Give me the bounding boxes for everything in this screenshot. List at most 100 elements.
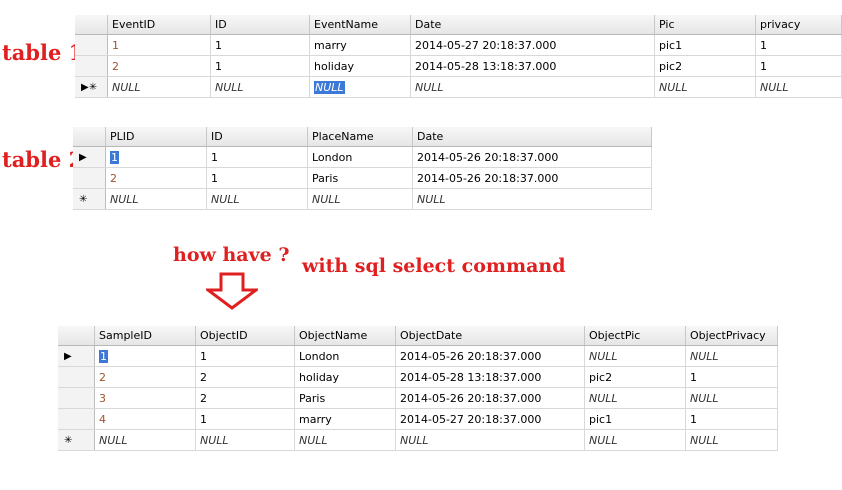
column-header[interactable]: privacy (755, 15, 842, 35)
table-row[interactable]: ▶ 1 1 London 2014-05-26 20:18:37.000 NUL… (58, 345, 778, 367)
row-selector[interactable] (58, 408, 95, 430)
table-cell[interactable]: pic1 (654, 34, 756, 56)
table-cell[interactable]: NULL (309, 76, 411, 98)
table-cell[interactable]: 4 (94, 408, 196, 430)
table-cell[interactable]: NULL (307, 188, 413, 210)
column-header[interactable]: ObjectName (294, 326, 396, 346)
table-cell[interactable]: holiday (309, 55, 411, 77)
table-cell[interactable]: NULL (755, 76, 842, 98)
table-row[interactable]: 2 1 holiday 2014-05-28 13:18:37.000 pic2… (75, 55, 842, 77)
table-cell[interactable]: Paris (307, 167, 413, 189)
table-cell[interactable]: 2 (105, 167, 207, 189)
table-row[interactable]: 4 1 marry 2014-05-27 20:18:37.000 pic1 1 (58, 408, 778, 430)
table-row[interactable]: 2 2 holiday 2014-05-28 13:18:37.000 pic2… (58, 366, 778, 388)
table-cell[interactable]: 2014-05-28 13:18:37.000 (410, 55, 655, 77)
selected-cell-value[interactable]: 1 (99, 349, 108, 363)
table-cell[interactable]: NULL (584, 387, 686, 409)
table-row[interactable]: 3 2 Paris 2014-05-26 20:18:37.000 NULL N… (58, 387, 778, 409)
table-cell[interactable]: NULL (195, 429, 295, 451)
table-cell[interactable]: 1 (206, 146, 308, 168)
column-header[interactable]: PLID (105, 127, 207, 147)
table-cell[interactable]: 3 (94, 387, 196, 409)
row-selector[interactable]: ▶ (73, 146, 106, 168)
table-cell[interactable]: NULL (654, 76, 756, 98)
table-cell[interactable]: NULL (395, 429, 585, 451)
table-cell[interactable]: 2014-05-26 20:18:37.000 (395, 345, 585, 367)
table-cell[interactable]: NULL (685, 429, 778, 451)
column-header[interactable]: ObjectDate (395, 326, 585, 346)
table-cell[interactable]: 2 (195, 366, 295, 388)
table-cell[interactable]: pic2 (654, 55, 756, 77)
new-row[interactable]: ✳ NULL NULL NULL NULL (73, 188, 652, 210)
table-cell[interactable]: pic2 (584, 366, 686, 388)
column-header[interactable]: EventID (107, 15, 211, 35)
row-selector[interactable] (75, 34, 108, 56)
table-cell[interactable]: 1 (755, 55, 842, 77)
new-row[interactable]: ✳ NULL NULL NULL NULL NULL NULL (58, 429, 778, 451)
table-cell[interactable]: 1 (210, 55, 310, 77)
column-header[interactable]: ObjectPic (584, 326, 686, 346)
row-selector[interactable] (58, 366, 95, 388)
row-selector[interactable]: ▶✳ (75, 76, 108, 98)
table-cell[interactable]: 1 (105, 146, 207, 168)
table-cell[interactable]: NULL (584, 429, 686, 451)
column-header[interactable]: SampleID (94, 326, 196, 346)
table-cell[interactable]: 2014-05-26 20:18:37.000 (395, 387, 585, 409)
table-cell[interactable]: 1 (685, 408, 778, 430)
table-cell[interactable]: 1 (195, 408, 295, 430)
table-cell[interactable]: NULL (412, 188, 652, 210)
column-header[interactable]: ID (210, 15, 310, 35)
table-cell[interactable]: 1 (94, 345, 196, 367)
table-cell[interactable]: London (294, 345, 396, 367)
column-header[interactable]: Date (410, 15, 655, 35)
table-cell[interactable]: NULL (94, 429, 196, 451)
table-cell[interactable]: pic1 (584, 408, 686, 430)
table-cell[interactable]: 1 (210, 34, 310, 56)
table-cell[interactable]: NULL (105, 188, 207, 210)
table-cell[interactable]: NULL (584, 345, 686, 367)
table-cell[interactable]: NULL (294, 429, 396, 451)
table-cell[interactable]: holiday (294, 366, 396, 388)
table-cell[interactable]: NULL (206, 188, 308, 210)
table-cell[interactable]: London (307, 146, 413, 168)
selected-cell-value[interactable]: NULL (314, 80, 345, 94)
table-cell[interactable]: 2 (195, 387, 295, 409)
table-cell[interactable]: 2 (107, 55, 211, 77)
table-cell[interactable]: NULL (685, 345, 778, 367)
column-header[interactable]: Date (412, 127, 652, 147)
table-cell[interactable]: NULL (210, 76, 310, 98)
row-selector-header[interactable] (73, 127, 106, 147)
table-cell[interactable]: marry (309, 34, 411, 56)
table-cell[interactable]: marry (294, 408, 396, 430)
row-selector[interactable] (73, 167, 106, 189)
table-row[interactable]: 2 1 Paris 2014-05-26 20:18:37.000 (73, 167, 652, 189)
table-cell[interactable]: 2014-05-26 20:18:37.000 (412, 167, 652, 189)
table-cell[interactable]: 1 (755, 34, 842, 56)
table-cell[interactable]: 1 (685, 366, 778, 388)
row-selector[interactable] (75, 55, 108, 77)
row-selector[interactable]: ✳ (58, 429, 95, 451)
table-cell[interactable]: 2 (94, 366, 196, 388)
selected-cell-value[interactable]: 1 (110, 150, 119, 164)
row-selector[interactable] (58, 387, 95, 409)
table-cell[interactable]: NULL (410, 76, 655, 98)
column-header[interactable]: ObjectPrivacy (685, 326, 778, 346)
table-cell[interactable]: 1 (107, 34, 211, 56)
column-header[interactable]: EventName (309, 15, 411, 35)
table-cell[interactable]: Paris (294, 387, 396, 409)
new-row[interactable]: ▶✳ NULL NULL NULL NULL NULL NULL (75, 76, 842, 98)
row-selector-header[interactable] (58, 326, 95, 346)
table-cell[interactable]: NULL (107, 76, 211, 98)
table-cell[interactable]: 1 (206, 167, 308, 189)
table-cell[interactable]: 1 (195, 345, 295, 367)
column-header[interactable]: ObjectID (195, 326, 295, 346)
row-selector[interactable]: ✳ (73, 188, 106, 210)
table-cell[interactable]: 2014-05-27 20:18:37.000 (395, 408, 585, 430)
column-header[interactable]: PlaceName (307, 127, 413, 147)
table-cell[interactable]: 2014-05-26 20:18:37.000 (412, 146, 652, 168)
table-row[interactable]: ▶ 1 1 London 2014-05-26 20:18:37.000 (73, 146, 652, 168)
row-selector[interactable]: ▶ (58, 345, 95, 367)
table-cell[interactable]: NULL (685, 387, 778, 409)
table-cell[interactable]: 2014-05-27 20:18:37.000 (410, 34, 655, 56)
table-row[interactable]: 1 1 marry 2014-05-27 20:18:37.000 pic1 1 (75, 34, 842, 56)
